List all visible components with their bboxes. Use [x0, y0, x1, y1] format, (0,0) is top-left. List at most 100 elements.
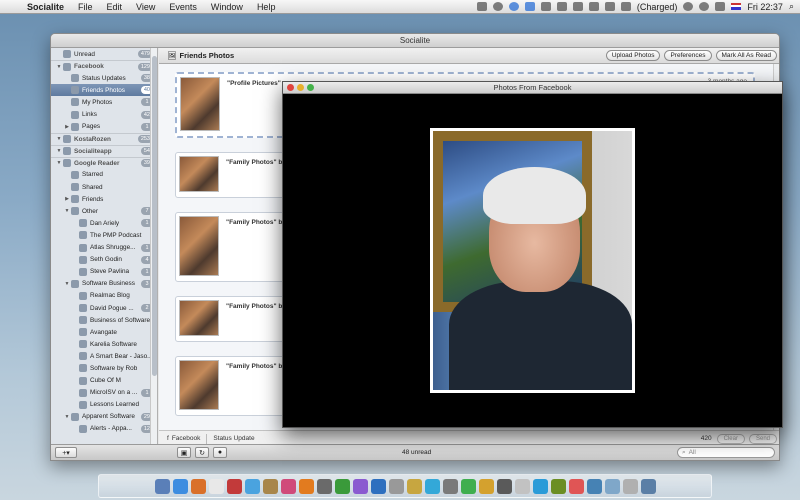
clock[interactable]: Fri 22:37 — [747, 2, 783, 12]
scripts-icon[interactable] — [388, 478, 404, 494]
clock-icon[interactable] — [316, 478, 332, 494]
menu-window[interactable]: Window — [204, 2, 250, 12]
status-update-field[interactable]: Status Update — [213, 435, 254, 442]
sidebar-item[interactable]: Dan Ariely 1 — [51, 217, 157, 229]
disclosure-triangle-icon[interactable]: ▼ — [55, 148, 63, 154]
documents-icon[interactable] — [622, 478, 638, 494]
sidebar-item[interactable]: Lessons Learned — [51, 399, 157, 411]
sync-icon[interactable] — [604, 2, 615, 11]
safari-icon[interactable] — [172, 478, 188, 494]
battery-icon[interactable] — [620, 2, 631, 11]
record-button[interactable]: ● — [213, 447, 227, 458]
spotlight-icon[interactable]: ⌕ — [789, 1, 794, 12]
battery-status[interactable]: (Charged) — [637, 2, 678, 12]
disclosure-triangle-icon[interactable]: ▶ — [63, 196, 71, 202]
sidebar-item[interactable]: ▼ Socialiteapp 54 — [51, 144, 157, 157]
sidebar-item[interactable]: Steve Pavlina 1 — [51, 266, 157, 278]
menu-socialite[interactable]: Socialite — [20, 2, 71, 12]
add-account-button[interactable]: +▾ — [55, 447, 77, 458]
record-dock-icon[interactable] — [568, 478, 584, 494]
preferences-button[interactable]: Preferences — [664, 50, 712, 61]
sidebar-item[interactable]: Shared — [51, 181, 157, 193]
sidebar-item[interactable]: Business of Software — [51, 314, 157, 326]
sidebar-item[interactable]: Software by Rob — [51, 362, 157, 374]
sidebar-item[interactable]: Alerts - Appa... 12 — [51, 423, 157, 435]
tools-icon[interactable] — [550, 478, 566, 494]
sidebar-scrollbar[interactable] — [150, 48, 157, 446]
wifi-icon[interactable] — [699, 2, 710, 11]
refresh-button[interactable]: ↻ — [195, 447, 209, 458]
coda-icon[interactable] — [478, 478, 494, 494]
mail-icon[interactable] — [208, 478, 224, 494]
sidebar-item[interactable]: Links 42 — [51, 108, 157, 120]
sidebar-item[interactable]: ▶ Pages 1 — [51, 121, 157, 133]
disclosure-triangle-icon[interactable]: ▼ — [63, 414, 71, 420]
sidebar-item[interactable]: Karelia Software — [51, 338, 157, 350]
photos-icon[interactable] — [406, 478, 422, 494]
volume-icon[interactable] — [715, 2, 726, 11]
sidebar-item[interactable]: David Pogue ... 2 — [51, 302, 157, 314]
upload-photos-button[interactable]: Upload Photos — [605, 50, 661, 61]
finder-icon[interactable] — [154, 478, 170, 494]
sidebar-item[interactable]: Realmac Blog — [51, 290, 157, 302]
photo-thumbnail[interactable] — [179, 156, 219, 192]
sidebar-item[interactable]: ▶ Friends — [51, 193, 157, 205]
sidebar-item[interactable]: ▼ Software Business 3 — [51, 278, 157, 290]
sidebar-item[interactable]: A Smart Bear - Jaso... — [51, 350, 157, 362]
maps-icon[interactable] — [334, 478, 350, 494]
sidebar-item[interactable]: Cube Of M — [51, 375, 157, 387]
composer-service[interactable]: Facebook — [172, 435, 201, 442]
cloud-icon[interactable] — [556, 2, 567, 11]
disclosure-triangle-icon[interactable]: ▼ — [55, 64, 63, 70]
preferences-icon[interactable] — [496, 478, 512, 494]
disclosure-triangle-icon[interactable]: ▼ — [63, 208, 71, 214]
sidebar-item[interactable]: Avangate — [51, 326, 157, 338]
time-machine-icon[interactable] — [588, 2, 599, 11]
menu-edit[interactable]: Edit — [100, 2, 130, 12]
skype-icon[interactable] — [244, 478, 260, 494]
disclosure-triangle-icon[interactable]: ▶ — [63, 124, 71, 130]
itunes-icon[interactable] — [280, 478, 296, 494]
enlarged-photo[interactable] — [430, 128, 635, 393]
trash-icon[interactable] — [640, 478, 656, 494]
evernote-icon[interactable] — [460, 478, 476, 494]
bluetooth-icon[interactable] — [683, 2, 694, 11]
twitter-icon[interactable] — [524, 2, 535, 11]
notes-icon[interactable] — [262, 478, 278, 494]
folder-icon[interactable] — [586, 478, 602, 494]
sidebar-item[interactable]: The PMP Podcast — [51, 229, 157, 241]
sidebar-item[interactable]: MicroISV on a ... 1 — [51, 387, 157, 399]
minimize-window-icon[interactable] — [297, 84, 304, 91]
sidebar-item[interactable]: Unread 479 — [51, 48, 157, 60]
mark-all-read-button[interactable]: Mark All As Read — [715, 50, 777, 61]
disclosure-triangle-icon[interactable]: ▼ — [55, 136, 63, 142]
photo-thumbnail[interactable] — [179, 216, 219, 276]
sidebar-item[interactable]: ▼ Apparent Software 29 — [51, 411, 157, 423]
twitter-dock-icon[interactable] — [424, 478, 440, 494]
dropbox-icon[interactable] — [540, 2, 551, 11]
sidebar-item[interactable]: ▼ KostaRozen 253 — [51, 132, 157, 145]
info-icon[interactable] — [508, 2, 519, 11]
zoom-window-icon[interactable] — [307, 84, 314, 91]
photo-thumbnail[interactable] — [179, 360, 219, 410]
camera-icon[interactable] — [476, 2, 487, 11]
clear-button[interactable]: Clear — [716, 433, 745, 444]
close-window-icon[interactable] — [287, 84, 294, 91]
menu-events[interactable]: Events — [162, 2, 204, 12]
sidebar-item[interactable]: My Photos 1 — [51, 96, 157, 108]
sidebar-item[interactable]: ▼ Facebook 129 — [51, 60, 157, 72]
socialite-menu-icon[interactable] — [492, 2, 503, 11]
menu-file[interactable]: File — [71, 2, 100, 12]
compose-button[interactable]: ▣ — [177, 447, 191, 458]
disclosure-triangle-icon[interactable]: ▼ — [55, 160, 63, 166]
sidebar-item[interactable]: ▼ Other 7 — [51, 205, 157, 217]
photo-thumbnail[interactable] — [180, 77, 220, 131]
xcode-icon[interactable] — [352, 478, 368, 494]
send-button[interactable]: Send — [748, 433, 777, 444]
sidebar-item[interactable]: Seth Godin 4 — [51, 254, 157, 266]
chat-icon[interactable] — [532, 478, 548, 494]
vlc-icon[interactable] — [298, 478, 314, 494]
utility-icon[interactable] — [514, 478, 530, 494]
disclosure-triangle-icon[interactable]: ▼ — [63, 281, 71, 287]
sidebar-item[interactable]: Status Updates 38 — [51, 72, 157, 84]
